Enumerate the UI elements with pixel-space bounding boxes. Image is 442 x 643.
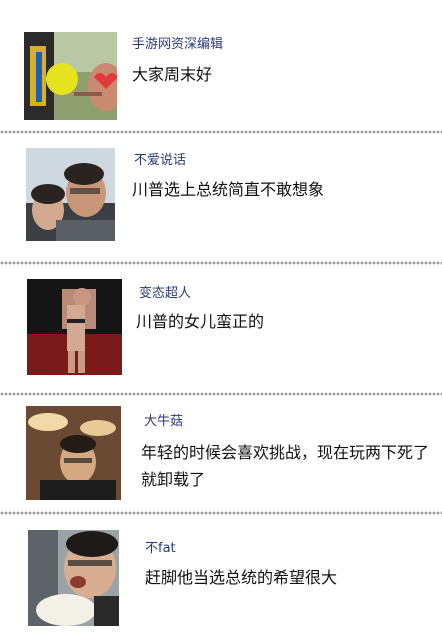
- username[interactable]: 不fat: [145, 537, 176, 556]
- message-text: 大家周末好: [132, 65, 213, 84]
- post-item[interactable]: 手游网资深编辑 大家周末好: [0, 0, 442, 130]
- message-text: 川普选上总统简直不敢想象: [132, 180, 325, 199]
- avatar[interactable]: [27, 279, 122, 375]
- message-text: 赶脚他当选总统的希望很大: [145, 568, 338, 587]
- avatar[interactable]: [26, 406, 121, 500]
- avatar[interactable]: [28, 530, 119, 626]
- message-text: 川普的女儿蛮正的: [136, 312, 265, 331]
- post-item[interactable]: 变态超人 川普的女儿蛮正的: [0, 265, 442, 393]
- username[interactable]: 变态超人: [139, 282, 191, 301]
- username[interactable]: 不爱说话: [134, 149, 186, 168]
- post-item[interactable]: 不fat 赶脚他当选总统的希望很大: [0, 515, 442, 643]
- message-text: 年轻的时候会喜欢挑战，现在玩两下死了就卸载了: [141, 443, 430, 489]
- post-item[interactable]: 不爱说话 川普选上总统简直不敢想象: [0, 134, 442, 264]
- username[interactable]: 手游网资深编辑: [132, 33, 223, 52]
- username[interactable]: 大牛菇: [144, 410, 183, 429]
- avatar[interactable]: [24, 32, 117, 120]
- avatar[interactable]: [26, 148, 115, 241]
- post-item[interactable]: 大牛菇 年轻的时候会喜欢挑战，现在玩两下死了就卸载了: [0, 396, 442, 513]
